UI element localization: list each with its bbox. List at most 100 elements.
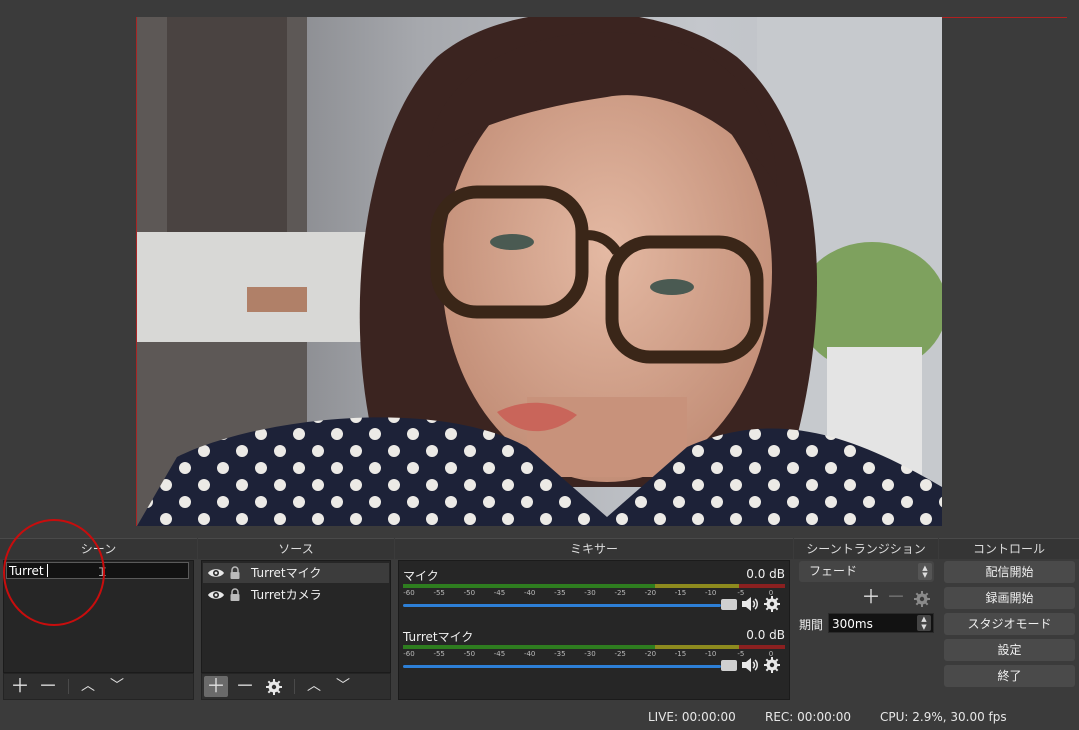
spinbox-arrows-icon[interactable]: ▲ ▼ <box>917 615 931 631</box>
mixer-dock-title: ミキサー <box>395 538 793 559</box>
scene-rename-input[interactable] <box>6 562 189 579</box>
move-scene-up-button[interactable]: ︿ <box>76 676 100 697</box>
meter-ticks: -60 -55 -50 -45 -40 -35 -30 -25 -20 -15 -10 -5 0 <box>403 650 785 660</box>
toolbar-divider <box>68 679 69 694</box>
preview-bound-line <box>942 17 1067 18</box>
scenes-dock-title: シーン <box>0 538 197 559</box>
toolbar-divider <box>294 679 295 694</box>
transition-selected-value: フェード <box>809 564 858 578</box>
visibility-eye-icon[interactable] <box>207 565 225 581</box>
speaker-icon[interactable] <box>741 596 759 612</box>
meter-tick-label: -10 <box>704 650 717 658</box>
source-label: Turretマイク <box>251 566 322 580</box>
meter-tick-label: -50 <box>463 650 476 658</box>
scenes-list[interactable]: Ɪ <box>3 560 194 673</box>
meter-tick-label: -40 <box>523 589 536 597</box>
meter-tick-label: -55 <box>433 650 445 658</box>
source-properties-button[interactable] <box>262 676 286 697</box>
transition-properties-gear-icon[interactable] <box>914 591 930 607</box>
meter-tick-label: -35 <box>554 589 566 597</box>
duration-spinbox[interactable]: 300ms ▲ ▼ <box>828 613 934 633</box>
meter-tick-label: -30 <box>584 589 596 597</box>
meter-tick-label: -55 <box>433 589 445 597</box>
meter-tick-label: -45 <box>493 650 506 658</box>
controls-dock: コントロール 配信開始 録画開始 スタジオモード 設定 終了 <box>939 538 1079 700</box>
remove-scene-button[interactable]: － <box>36 676 60 697</box>
add-scene-button[interactable]: ＋ <box>8 676 32 697</box>
channel-name: マイク <box>403 569 439 583</box>
meter-tick-label: -25 <box>614 589 626 597</box>
duration-value: 300ms <box>832 617 873 631</box>
meter-tick-label: -60 <box>403 589 415 597</box>
sources-list[interactable]: Turretマイク Turretカメラ <box>201 560 391 673</box>
volume-fader-track[interactable] <box>403 604 721 607</box>
ibeam-cursor-icon: Ɪ <box>99 565 106 579</box>
gear-icon[interactable] <box>764 596 780 612</box>
cpu-fps-readout: CPU: 2.9%, 30.00 fps <box>880 710 1007 724</box>
meter-tick-label: -20 <box>644 589 657 597</box>
gear-icon <box>266 679 282 695</box>
volume-meter <box>403 645 785 649</box>
meter-tick-label: -30 <box>584 650 596 658</box>
move-source-down-button[interactable]: ﹀ <box>331 676 355 697</box>
text-caret <box>47 564 48 577</box>
controls-dock-title: コントロール <box>939 538 1079 559</box>
add-transition-button[interactable]: ＋ <box>859 587 883 608</box>
meter-tick-label: -15 <box>674 650 687 658</box>
transition-select[interactable]: フェード ▲ ▼ <box>799 561 934 582</box>
rec-timer: REC: 00:00:00 <box>765 710 852 724</box>
meter-tick-label: -10 <box>704 589 717 597</box>
mixer-channel: Turretマイク 0.0 dB -60 -55 -50 -45 -40 -35 -30 -2… <box>403 628 785 686</box>
lock-icon[interactable] <box>229 588 241 602</box>
scene-transitions-dock: シーントランジション フェード ▲ ▼ ＋ － 期間 300ms ▲ ▼ <box>794 538 938 700</box>
volume-fader-handle[interactable] <box>721 660 737 671</box>
start-streaming-button[interactable]: 配信開始 <box>944 561 1075 583</box>
sources-dock-title: ソース <box>198 538 394 559</box>
volume-fader-track[interactable] <box>403 665 721 668</box>
volume-meter <box>403 584 785 588</box>
duration-label: 期間 <box>799 618 824 632</box>
meter-tick-label: -25 <box>614 650 626 658</box>
visibility-eye-icon[interactable] <box>207 587 225 603</box>
speaker-icon[interactable] <box>741 657 759 673</box>
move-scene-down-button[interactable]: ﹀ <box>105 676 129 697</box>
settings-button[interactable]: 設定 <box>944 639 1075 661</box>
sources-toolbar: ＋ － ︿ ﹀ <box>201 673 391 700</box>
gear-icon[interactable] <box>764 657 780 673</box>
sources-dock: ソース Turretマイク Turretカメラ ＋ － ︿ ﹀ <box>198 538 394 700</box>
remove-transition-button[interactable]: － <box>884 587 908 608</box>
meter-tick-label: -45 <box>493 589 506 597</box>
camera-feed-image <box>137 17 942 526</box>
select-arrows-icon: ▲ ▼ <box>918 563 932 580</box>
volume-fader-handle[interactable] <box>721 599 737 610</box>
meter-tick-label: -50 <box>463 589 476 597</box>
remove-source-button[interactable]: － <box>233 676 257 697</box>
lock-icon[interactable] <box>229 566 241 580</box>
meter-tick-label: -40 <box>523 650 536 658</box>
mixer-dock: ミキサー マイク 0.0 dB -60 -55 -50 -45 -40 -35 -30 -25… <box>395 538 793 700</box>
mixer-channel: マイク 0.0 dB -60 -55 -50 -45 -40 -35 -30 -25 -20 -1… <box>403 567 785 625</box>
start-recording-button[interactable]: 録画開始 <box>944 587 1075 609</box>
add-source-button[interactable]: ＋ <box>204 676 228 697</box>
channel-db: 0.0 dB <box>746 628 785 642</box>
move-source-up-button[interactable]: ︿ <box>302 676 326 697</box>
live-timer: LIVE: 00:00:00 <box>648 710 736 724</box>
exit-button[interactable]: 終了 <box>944 665 1075 687</box>
scenes-dock: シーン Ɪ ＋ － ︿ ﹀ <box>0 538 197 700</box>
source-label: Turretカメラ <box>251 588 322 602</box>
meter-tick-label: -35 <box>554 650 566 658</box>
source-item-turret-camera[interactable]: Turretカメラ <box>203 585 389 605</box>
scenes-toolbar: ＋ － ︿ ﹀ <box>3 673 194 700</box>
status-bar: LIVE: 00:00:00 REC: 00:00:00 CPU: 2.9%, … <box>0 703 1079 730</box>
meter-tick-label: -15 <box>674 589 687 597</box>
meter-ticks: -60 -55 -50 -45 -40 -35 -30 -25 -20 -15 -10 -5 0 <box>403 589 785 599</box>
mixer-panel: マイク 0.0 dB -60 -55 -50 -45 -40 -35 -30 -25 -20 -1… <box>398 560 790 700</box>
preview-area <box>0 0 1079 528</box>
studio-mode-button[interactable]: スタジオモード <box>944 613 1075 635</box>
transitions-dock-title: シーントランジション <box>794 538 938 559</box>
meter-tick-label: -60 <box>403 650 415 658</box>
preview-canvas[interactable] <box>137 17 942 526</box>
channel-name: Turretマイク <box>403 630 474 644</box>
channel-db: 0.0 dB <box>746 567 785 581</box>
source-item-turret-mic[interactable]: Turretマイク <box>203 563 389 583</box>
